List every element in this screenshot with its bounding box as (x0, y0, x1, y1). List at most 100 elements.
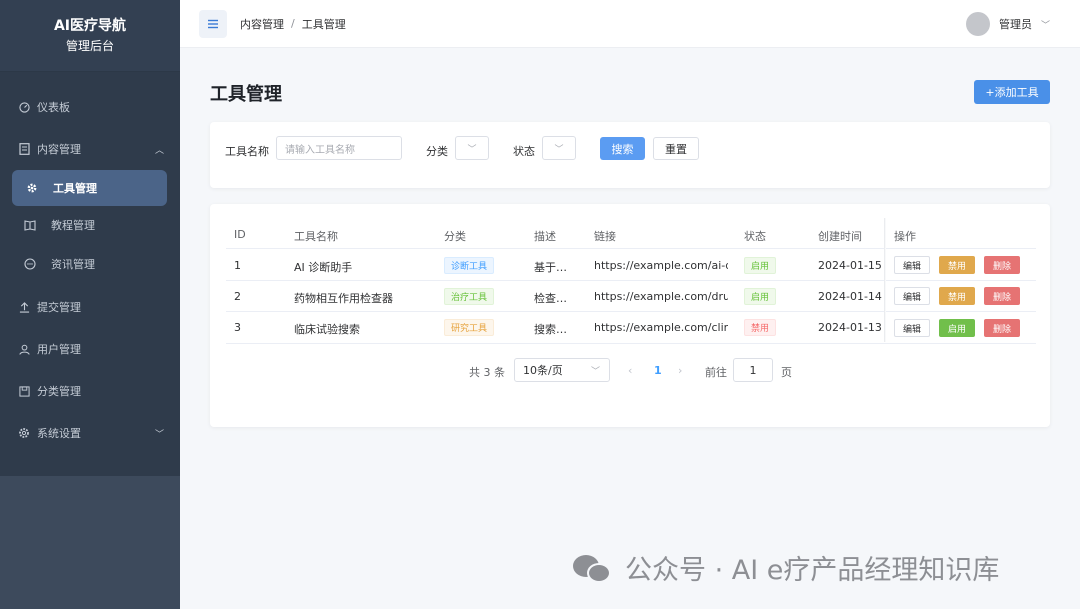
breadcrumb-current: 工具管理 (301, 17, 346, 31)
cell-name: 药物相互作用检查器 (294, 292, 393, 305)
edit-button[interactable]: 编辑 (894, 319, 930, 337)
cell-description: 搜索… (534, 323, 567, 336)
search-form: 工具名称 请输入工具名称 分类 ﹀ 状态 ﹀ 搜索 重置 (210, 122, 1050, 188)
category-select[interactable]: ﹀ (455, 136, 489, 160)
goto-page-input[interactable]: 1 (733, 358, 773, 382)
sidebar-item-content[interactable]: 内容管理 ︿ (0, 128, 180, 170)
page-size-select[interactable]: 10条/页 ﹀ (514, 358, 610, 382)
sidebar-item-dashboard[interactable]: 仪表板 (0, 86, 180, 128)
menu-toggle-button[interactable] (199, 9, 227, 38)
toggle-status-button[interactable]: 禁用 (939, 256, 975, 274)
goto-label: 前往 (705, 366, 727, 379)
edit-button[interactable]: 编辑 (894, 256, 930, 274)
page-number-current[interactable]: 1 (654, 364, 662, 377)
breadcrumb-separator: / (291, 17, 295, 30)
cell-created-at: 2024-01-14 15 (818, 290, 882, 303)
column-header: 状态 (744, 230, 766, 243)
cell-id: 3 (234, 321, 241, 334)
wechat-icon (573, 552, 617, 584)
column-header: 创建时间 (818, 230, 862, 243)
chevron-down-icon[interactable]: ﹀ (1041, 18, 1050, 31)
toggle-status-button[interactable]: 启用 (939, 319, 975, 337)
page-title: 工具管理 (210, 84, 282, 105)
cell-description: 检查… (534, 292, 567, 305)
delete-button[interactable]: 删除 (984, 319, 1020, 337)
category-tag: 治疗工具 (444, 288, 495, 305)
name-label: 工具名称 (225, 145, 269, 158)
sidebar-item-submissions[interactable]: 提交管理 (0, 286, 180, 328)
toggle-status-button[interactable]: 禁用 (939, 287, 975, 305)
sidebar-item-settings[interactable]: 系统设置 ﹀ (0, 412, 180, 454)
sidebar-item-tools[interactable]: 工具管理 (12, 170, 167, 206)
edit-button[interactable]: 编辑 (894, 287, 930, 305)
add-tool-button[interactable]: +添加工具 (974, 80, 1050, 104)
column-header: 描述 (534, 230, 556, 243)
user-icon (18, 343, 30, 355)
book-icon (24, 219, 36, 231)
user-name[interactable]: 管理员 (999, 16, 1032, 32)
sidebar-item-label: 系统设置 (37, 427, 81, 440)
reset-button[interactable]: 重置 (653, 137, 699, 160)
search-button[interactable]: 搜索 (600, 137, 645, 160)
cell-id: 1 (234, 259, 241, 272)
sidebar: AI医疗导航 管理后台 仪表板 内容管理 ︿ 工具管理 教程管理 资讯管理 提交… (0, 0, 180, 609)
sidebar-item-label: 资讯管理 (51, 258, 95, 271)
status-badge: 启用 (744, 288, 777, 305)
sidebar-item-label: 工具管理 (53, 182, 97, 195)
chevron-down-icon: ﹀ (154, 430, 164, 440)
sidebar-item-label: 内容管理 (37, 143, 81, 156)
sidebar-item-label: 用户管理 (37, 343, 81, 356)
topbar: 内容管理 / 工具管理 管理员 ﹀ (180, 0, 1080, 48)
page-size-value: 10条/页 (523, 364, 563, 377)
sidebar-item-news[interactable]: 资讯管理 (0, 245, 180, 283)
cell-name: 临床试验搜索 (294, 323, 360, 336)
document-icon (18, 143, 30, 155)
brand-subtitle: 管理后台 (65, 38, 114, 53)
delete-button[interactable]: 删除 (984, 287, 1020, 305)
cell-id: 2 (234, 290, 241, 303)
sidebar-item-categories[interactable]: 分类管理 (0, 370, 180, 412)
row-divider (226, 343, 1036, 344)
status-select[interactable]: ﹀ (542, 136, 576, 160)
pagination-total: 共 3 条 (469, 366, 505, 379)
sidebar-item-label: 仪表板 (37, 101, 70, 114)
tool-name-input[interactable]: 请输入工具名称 (276, 136, 402, 160)
tools-table: ID 工具名称 分类 描述 链接 状态 创建时间 操作 1 AI 诊断助手 诊断… (210, 204, 1050, 427)
goto-unit: 页 (781, 366, 792, 379)
gear-icon (26, 182, 38, 194)
cell-link[interactable]: https://example.com/ai-d… (594, 259, 728, 272)
cell-link[interactable]: https://example.com/clini… (594, 321, 728, 334)
sidebar-brand: AI医疗导航 管理后台 (0, 0, 180, 72)
chevron-up-icon: ︿ (154, 146, 164, 156)
column-header: 操作 (894, 230, 916, 243)
row-divider (226, 280, 1036, 281)
status-badge: 禁用 (744, 319, 777, 336)
sidebar-item-tutorials[interactable]: 教程管理 (0, 206, 180, 244)
sidebar-footer (0, 476, 180, 609)
prev-page-button[interactable]: ‹ (628, 364, 632, 377)
avatar[interactable] (965, 12, 990, 36)
category-label: 分类 (426, 145, 448, 158)
chevron-down-icon: ﹀ (554, 144, 564, 155)
column-header: ID (234, 228, 246, 241)
next-page-button[interactable]: › (678, 364, 682, 377)
status-badge: 启用 (744, 257, 777, 274)
cell-name: AI 诊断助手 (294, 261, 353, 274)
upload-icon (18, 301, 30, 313)
delete-button[interactable]: 删除 (984, 256, 1020, 274)
watermark-text: 公众号 · AI e疗产品经理知识库 (625, 555, 1000, 586)
column-header: 分类 (444, 230, 466, 243)
column-header: 工具名称 (294, 230, 338, 243)
watermark: 公众号 · AI e疗产品经理知识库 (573, 548, 999, 587)
cell-link[interactable]: https://example.com/dru… (594, 290, 728, 303)
user-menu[interactable]: 管理员 ﹀ (965, 12, 1050, 36)
settings-icon (18, 427, 30, 439)
sidebar-item-label: 提交管理 (37, 301, 81, 314)
dashboard-icon (18, 101, 30, 113)
row-divider (226, 311, 1036, 312)
breadcrumb-item[interactable]: 内容管理 (240, 16, 284, 32)
sidebar-item-label: 教程管理 (51, 219, 95, 232)
sidebar-menu: 仪表板 内容管理 ︿ 工具管理 教程管理 资讯管理 提交管理 用户管理 分类管理… (0, 72, 180, 476)
sidebar-item-users[interactable]: 用户管理 (0, 328, 180, 370)
chat-icon (24, 258, 36, 270)
